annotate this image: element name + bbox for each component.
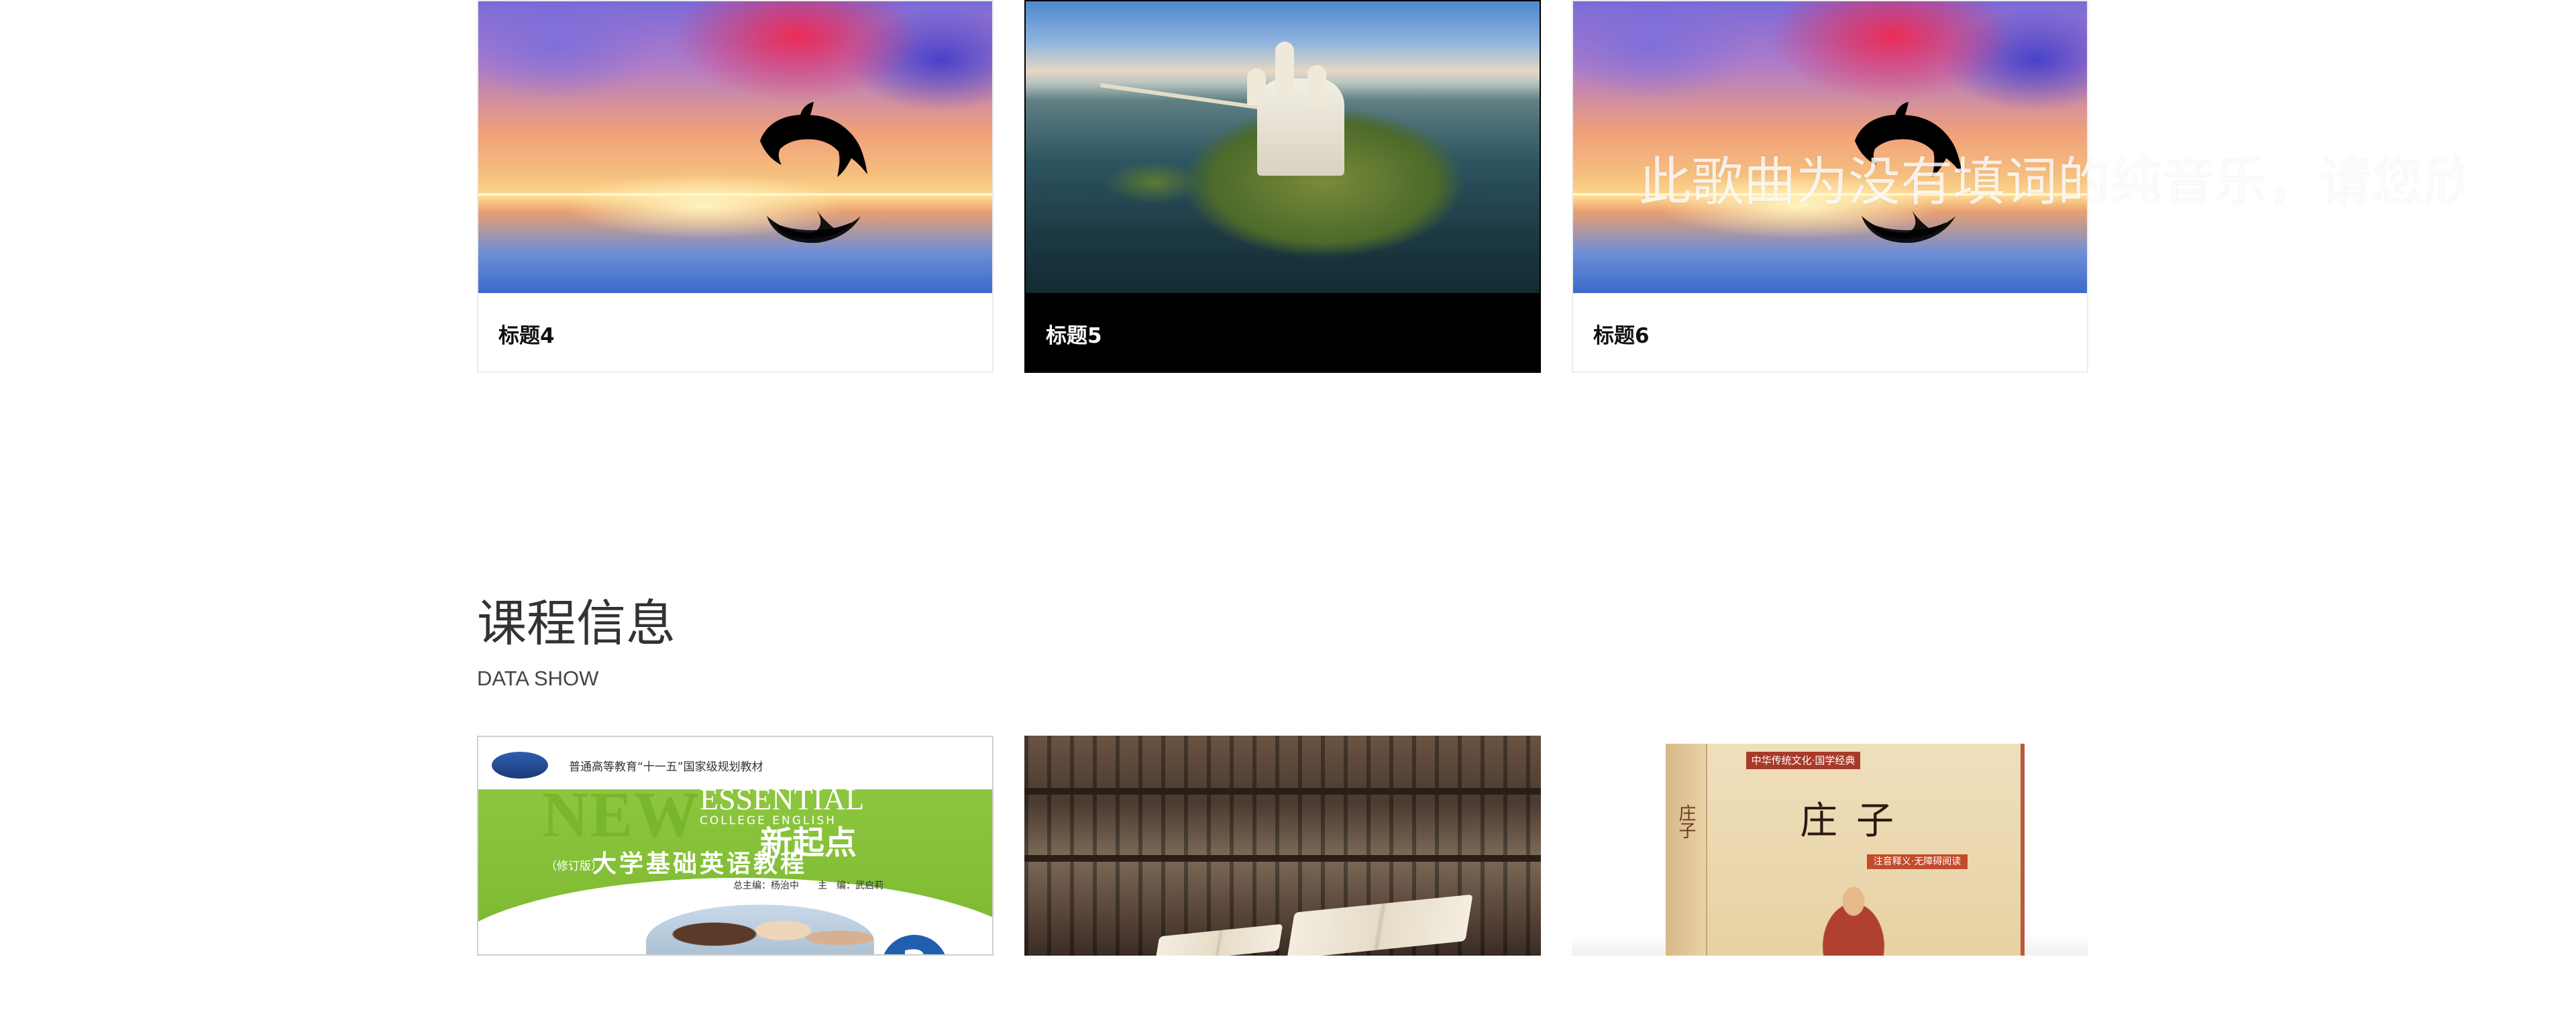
- spine-title: 庄子: [1676, 804, 1696, 839]
- zhuangzi-book-cover: 庄子 中华传统文化·国学经典 庄子 注音释义·无障碍阅读: [1666, 744, 2025, 956]
- open-book: [1287, 894, 1473, 956]
- course-card-zhuangzi[interactable]: 庄子 中华传统文化·国学经典 庄子 注音释义·无障碍阅读: [1572, 736, 2088, 956]
- course-card-library[interactable]: [1024, 736, 1541, 956]
- book-title: 庄子: [1800, 799, 1913, 843]
- page: 标题4 标题5 标题6 此歌曲为没有填词的纯音乐，请您欣赏 课程信息 DATA …: [0, 0, 2576, 1020]
- island-castle-image: [1026, 1, 1540, 293]
- book-tag: 注音释义·无障碍阅读: [1867, 854, 1968, 869]
- gallery-card-5[interactable]: 标题5: [1024, 0, 1541, 373]
- library-image: [1024, 736, 1541, 956]
- card-title: 标题5: [1026, 293, 1540, 372]
- card-title: 标题4: [498, 324, 555, 348]
- section-title: 课程信息: [477, 595, 676, 653]
- cover-header-text: 普通高等教育“十一五”国家级规划教材: [569, 760, 763, 774]
- cover-authors: 总主编：杨治中 主 编：武启莉: [733, 881, 883, 891]
- gallery-card-4[interactable]: 标题4: [477, 0, 994, 373]
- cover-brand-sub: ESSENTIAL: [700, 782, 865, 816]
- sunset-dolphin-image: [478, 1, 992, 293]
- lyric-overlay: 此歌曲为没有填词的纯音乐，请您欣赏: [1639, 152, 2464, 213]
- open-book: [1155, 923, 1283, 956]
- publisher-logo-icon: [492, 752, 548, 779]
- english-textbook-cover: 普通高等教育“十一五”国家级规划教材 NEW ESSENTIAL COLLEGE…: [478, 737, 992, 954]
- section-subtitle: DATA SHOW: [477, 667, 599, 690]
- series-banner: 中华传统文化·国学经典: [1746, 752, 1860, 769]
- cover-brand: NEW: [542, 779, 700, 850]
- sunset-dolphin-image: [1573, 1, 2087, 293]
- course-card-english[interactable]: 普通高等教育“十一五”国家级规划教材 NEW ESSENTIAL COLLEGE…: [477, 736, 994, 956]
- sage-illustration: [1800, 871, 1907, 956]
- cover-subtitle: 大学基础英语教程: [592, 850, 808, 878]
- card-title: 标题6: [1593, 324, 1650, 348]
